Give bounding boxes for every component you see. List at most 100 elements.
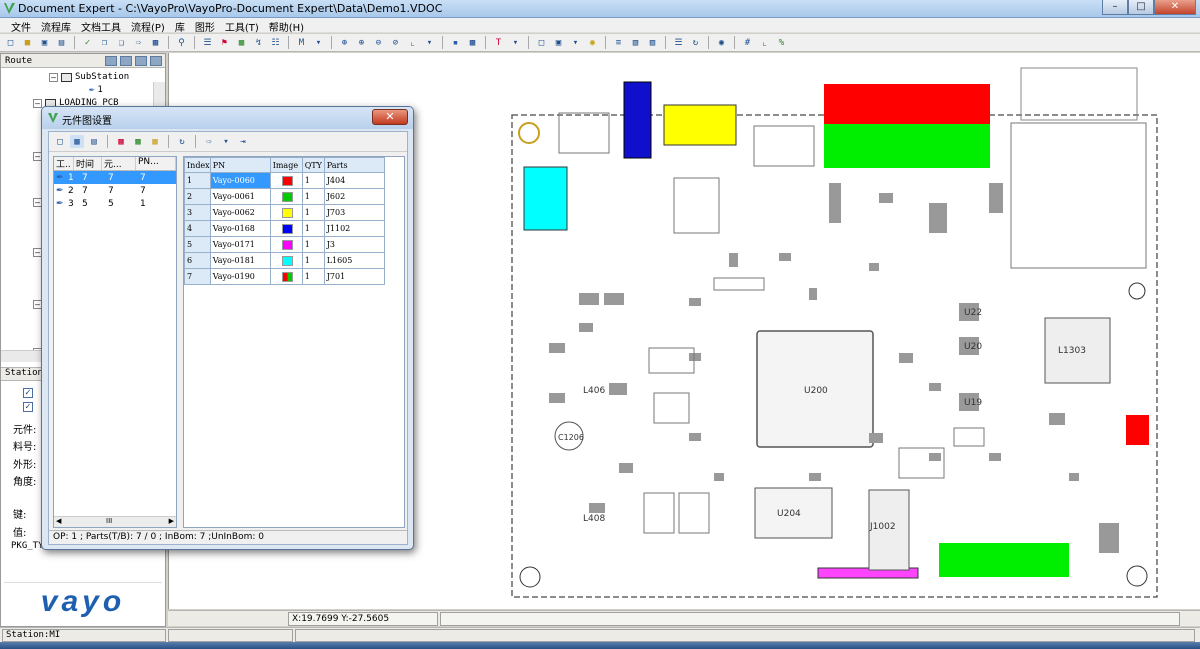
color-grid-icon[interactable]: ▦ [148,135,162,148]
menu-graphics[interactable]: 图形 [190,18,220,34]
restore-button[interactable]: □ [1128,0,1154,15]
tree-node-substation[interactable]: – SubStation [49,72,129,82]
list-item[interactable]: ✒ 2 7 7 7 [54,184,176,197]
column-header[interactable]: Image [269,157,303,173]
panel-option-icon[interactable] [105,55,117,66]
image-icon[interactable]: ▩ [465,36,480,50]
color-map-icon[interactable]: ▪ [448,36,463,50]
menu-flow-library[interactable]: 流程库 [36,18,76,34]
table-row[interactable]: 5 Vayo-0171 1 J3 [184,236,385,253]
menu-process[interactable]: 流程(P) [126,18,170,34]
dropdown-arrow-icon[interactable]: ▾ [422,36,437,50]
column-header[interactable]: QTY [301,157,325,173]
save-icon[interactable]: ▣ [37,36,52,50]
dropdown-arrow-icon[interactable]: ▾ [219,135,233,148]
refresh-icon[interactable]: ↻ [688,36,703,50]
cell-index: 3 [184,204,211,221]
column-header[interactable]: 工.. [54,157,74,170]
list-icon[interactable]: ☰ [200,36,215,50]
dialog-close-button[interactable]: ✕ [372,109,408,125]
list-item[interactable]: ✒ 3 5 5 1 [54,197,176,210]
close-button[interactable]: ✕ [1154,0,1196,15]
table-row[interactable]: 7 Vayo-0190 1 J701 [184,268,385,285]
copy-icon[interactable]: ❐ [97,36,112,50]
tree-icon[interactable]: ☷ [268,36,283,50]
menu-tools[interactable]: 工具(T) [220,18,264,34]
align-bottom-icon[interactable]: ▨ [645,36,660,50]
menu-doc-tools[interactable]: 文档工具 [76,18,126,34]
color-palette-icon[interactable]: ▩ [114,135,128,148]
dropdown-arrow-icon[interactable]: ▾ [508,36,523,50]
axis-icon[interactable]: ⌞ [405,36,420,50]
page-icon[interactable]: □ [534,36,549,50]
menu-help[interactable]: 帮助(H) [264,18,309,34]
scroll-right-icon[interactable]: ▶ [169,517,174,525]
measure-icon[interactable]: M [294,36,309,50]
check-icon[interactable]: ✓ [80,36,95,50]
flag-icon[interactable]: ⚑ [217,36,232,50]
route-icon[interactable]: ↯ [251,36,266,50]
open-folder-icon[interactable]: ■ [20,36,35,50]
panel-option-icon[interactable] [120,55,132,66]
align-top-icon[interactable]: ▧ [628,36,643,50]
column-header[interactable]: PN... [136,157,176,170]
column-header[interactable]: Index [184,157,211,173]
cell-parts: J703 [323,204,385,221]
text-icon[interactable]: T [491,36,506,50]
paste-icon[interactable]: ❑ [114,36,129,50]
parts-grid: Index PN Image QTY Parts 1 Vayo-0060 1 J404… [183,156,405,528]
print-icon[interactable]: ▤ [54,36,69,50]
zoom-out-icon[interactable]: ⊖ [371,36,386,50]
column-header[interactable]: 元... [102,157,136,170]
collapse-icon[interactable]: – [49,72,58,82]
exit-icon[interactable]: ⇥ [236,135,250,148]
panel-option-icon[interactable] [135,55,147,66]
table-row[interactable]: 6 Vayo-0181 1 L1605 [184,252,385,269]
grid-icon[interactable]: # [740,36,755,50]
percent-icon[interactable]: % [774,36,789,50]
align-icon[interactable]: ≡ [611,36,626,50]
table-row[interactable]: 3 Vayo-0062 1 J703 [184,204,385,221]
preview-icon[interactable]: ⚲ [174,36,189,50]
dialog-title-bar[interactable]: 元件图设置 ✕ [42,107,413,129]
zoom-in-icon[interactable]: ⊕ [354,36,369,50]
distribute-icon[interactable]: ☰ [671,36,686,50]
table-row[interactable]: 1 Vayo-0060 1 J404 [184,172,385,189]
view-single-icon[interactable]: □ [53,135,67,148]
view-grid-icon[interactable]: ▦ [70,135,84,148]
list-item[interactable]: ✒ 1 7 7 7 [54,171,176,184]
frame-icon[interactable]: ▣ [551,36,566,50]
export-icon[interactable]: ⇨ [202,135,216,148]
menu-file[interactable]: 文件 [6,18,36,34]
scroll-left-icon[interactable]: ◀ [56,517,61,525]
window-icon[interactable]: ▩ [148,36,163,50]
tree-node-step[interactable]: ✒ 1 [89,85,103,95]
dropdown-arrow-icon[interactable]: ▾ [311,36,326,50]
column-header[interactable]: PN [209,157,271,173]
connector-l1605 [523,166,568,231]
refresh-icon[interactable]: ↻ [175,135,189,148]
column-header[interactable]: 时间 [74,157,102,170]
table-row[interactable]: 4 Vayo-0168 1 J1102 [184,220,385,237]
station-checkbox[interactable]: ✓ [23,388,33,398]
panel-option-icon[interactable] [150,55,162,66]
chip-icon[interactable]: ▦ [234,36,249,50]
scroll-thumb[interactable]: III [106,517,112,525]
table-row[interactable]: 2 Vayo-0061 1 J602 [184,188,385,205]
bulb-icon[interactable]: ◉ [585,36,600,50]
view-list-icon[interactable]: ▤ [87,135,101,148]
new-file-icon[interactable]: □ [3,36,18,50]
minimize-button[interactable]: – [1102,0,1128,15]
dropdown-arrow-icon[interactable]: ▾ [568,36,583,50]
menu-library[interactable]: 库 [170,18,190,34]
list-horizontal-scrollbar[interactable]: ◀ III ▶ [54,516,176,527]
zoom-window-icon[interactable]: ⊘ [388,36,403,50]
color-fill-icon[interactable]: ▩ [131,135,145,148]
binoculars-icon[interactable]: ◉ [714,36,729,50]
zoom-fit-icon[interactable]: ⊕ [337,36,352,50]
export-icon[interactable]: ⇨ [131,36,146,50]
collapse-icon[interactable]: – [33,98,42,108]
station-checkbox[interactable]: ✓ [23,402,33,412]
column-header[interactable]: Parts [323,157,385,173]
origin-icon[interactable]: ⌞ [757,36,772,50]
